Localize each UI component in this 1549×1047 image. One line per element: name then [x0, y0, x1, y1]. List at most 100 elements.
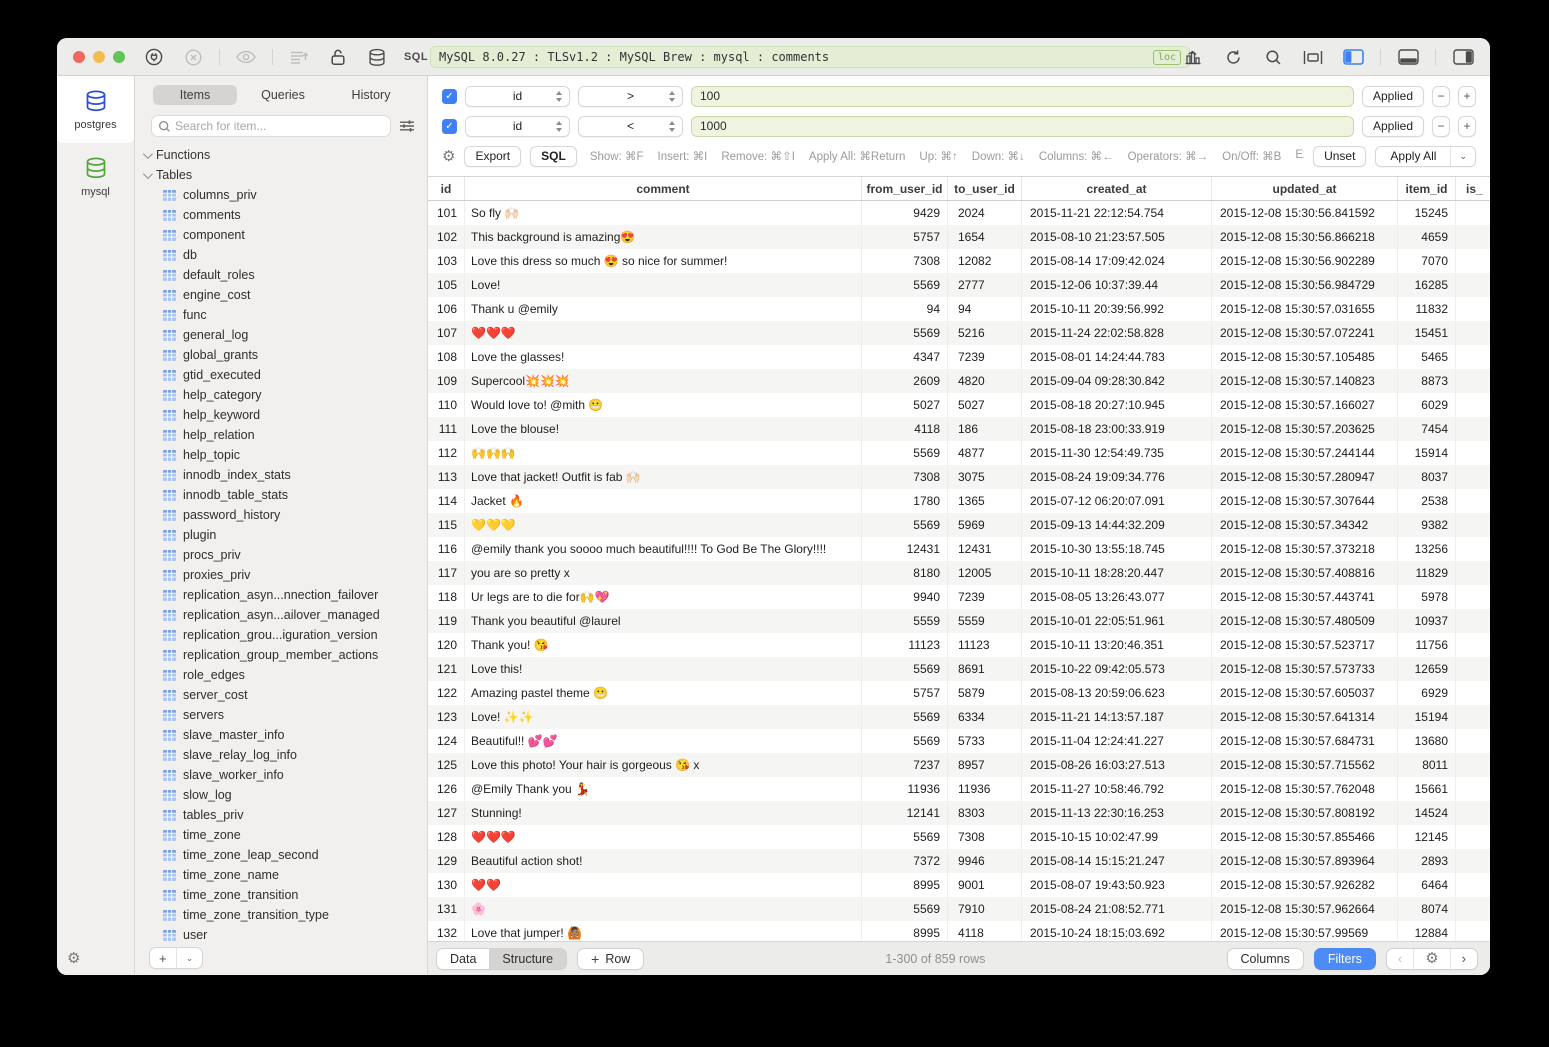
table-row[interactable]: 131 🌸 5569 7910 2015-08-24 21:08:52.771 …	[428, 897, 1490, 921]
remove-filter-button[interactable]: −	[1432, 86, 1450, 107]
settings-gear-button[interactable]: ⚙	[57, 941, 134, 975]
table-list-item[interactable]: time_zone_transition_type	[135, 905, 427, 925]
table-list-item[interactable]: db	[135, 245, 427, 265]
table-list-item[interactable]: slave_worker_info	[135, 765, 427, 785]
filter-applied-button[interactable]: Applied	[1362, 116, 1424, 137]
table-row[interactable]: 118 Ur legs are to die for🙌💖 9940 7239 2…	[428, 585, 1490, 609]
table-row[interactable]: 103 Love this dress so much 😍 so nice fo…	[428, 249, 1490, 273]
search-input[interactable]	[175, 119, 384, 133]
column-header-created-at[interactable]: created_at	[1022, 177, 1212, 200]
database-icon[interactable]	[364, 44, 390, 70]
close-window-button[interactable]	[73, 51, 85, 63]
table-list-item[interactable]: proxies_priv	[135, 565, 427, 585]
table-row[interactable]: 120 Thank you! 😘 11123 11123 2015-10-11 …	[428, 633, 1490, 657]
column-header-to-user-id[interactable]: to_user_id	[948, 177, 1022, 200]
table-row[interactable]: 102 This background is amazing😍 5757 165…	[428, 225, 1490, 249]
filter-column-select[interactable]: id	[465, 116, 570, 137]
lock-icon[interactable]	[325, 44, 351, 70]
item-search-field[interactable]	[151, 115, 391, 137]
filter-operator-select[interactable]: <	[578, 116, 683, 137]
toggle-bottom-panel-icon[interactable]	[1395, 44, 1421, 70]
filter-enabled-checkbox[interactable]: ✓	[442, 89, 457, 104]
table-row[interactable]: 122 Amazing pastel theme 😬 5757 5879 201…	[428, 681, 1490, 705]
table-list-item[interactable]: replication_grou...iguration_version	[135, 625, 427, 645]
table-list-item[interactable]: func	[135, 305, 427, 325]
table-list-item[interactable]: procs_priv	[135, 545, 427, 565]
table-row[interactable]: 124 Beautiful!! 💕💕 5569 5733 2015-11-04 …	[428, 729, 1490, 753]
table-list-item[interactable]: tables_priv	[135, 805, 427, 825]
toggle-right-panel-icon[interactable]	[1450, 44, 1476, 70]
chart-icon[interactable]	[1180, 44, 1206, 70]
add-filter-button[interactable]: +	[1458, 86, 1476, 107]
commit-list-icon[interactable]	[286, 44, 312, 70]
column-header-item-id[interactable]: item_id	[1398, 177, 1456, 200]
remove-filter-button[interactable]: −	[1432, 116, 1450, 137]
prev-page-button[interactable]: ‹	[1387, 949, 1413, 969]
table-row[interactable]: 121 Love this! 5569 8691 2015-10-22 09:4…	[428, 657, 1490, 681]
table-list-item[interactable]: plugin	[135, 525, 427, 545]
table-list-item[interactable]: slave_relay_log_info	[135, 745, 427, 765]
column-header-id[interactable]: id	[428, 177, 465, 200]
tab-history[interactable]: History	[329, 85, 413, 105]
fit-columns-icon[interactable]	[1300, 44, 1326, 70]
table-row[interactable]: 113 Love that jacket! Outfit is fab 🙌🏻 7…	[428, 465, 1490, 489]
structure-tab[interactable]: Structure	[489, 949, 566, 969]
table-list-item[interactable]: innodb_index_stats	[135, 465, 427, 485]
tree-group-tables[interactable]: Tables	[135, 165, 427, 185]
table-row[interactable]: 129 Beautiful action shot! 7372 9946 201…	[428, 849, 1490, 873]
export-button[interactable]: Export	[464, 146, 521, 167]
table-list-item[interactable]: slave_master_info	[135, 725, 427, 745]
table-list-item[interactable]: time_zone	[135, 825, 427, 845]
page-settings-button[interactable]: ⚙	[1413, 949, 1449, 969]
table-row[interactable]: 115 💛💛💛 5569 5969 2015-09-13 14:44:32.20…	[428, 513, 1490, 537]
table-list-item[interactable]: help_category	[135, 385, 427, 405]
table-list-item[interactable]: comments	[135, 205, 427, 225]
stop-icon[interactable]	[180, 44, 206, 70]
filter-sliders-icon[interactable]	[399, 119, 415, 133]
minimize-window-button[interactable]	[93, 51, 105, 63]
filters-button[interactable]: Filters	[1314, 948, 1376, 970]
filter-gear-icon[interactable]: ⚙	[442, 149, 455, 164]
search-icon[interactable]	[1260, 44, 1286, 70]
table-row[interactable]: 112 🙌🙌🙌 5569 4877 2015-11-30 12:54:49.73…	[428, 441, 1490, 465]
connection-status-icon[interactable]	[141, 44, 167, 70]
table-list-item[interactable]: servers	[135, 705, 427, 725]
table-row[interactable]: 109 Supercool💥💥💥 2609 4820 2015-09-04 09…	[428, 369, 1490, 393]
table-list-item[interactable]: columns_priv	[135, 185, 427, 205]
table-list-item[interactable]: slow_log	[135, 785, 427, 805]
column-header-updated-at[interactable]: updated_at	[1212, 177, 1398, 200]
preview-eye-icon[interactable]	[233, 44, 259, 70]
unset-button[interactable]: Unset	[1313, 146, 1366, 167]
sql-button[interactable]: SQL	[530, 146, 577, 167]
table-list-item[interactable]: help_relation	[135, 425, 427, 445]
tree-group-functions[interactable]: Functions	[135, 145, 427, 165]
table-list-item[interactable]: help_keyword	[135, 405, 427, 425]
filter-column-select[interactable]: id	[465, 86, 570, 107]
table-row[interactable]: 117 you are so pretty x 8180 12005 2015-…	[428, 561, 1490, 585]
filter-operator-select[interactable]: >	[578, 86, 683, 107]
filter-value-input[interactable]	[691, 116, 1354, 137]
table-list-item[interactable]: replication_group_member_actions	[135, 645, 427, 665]
table-row[interactable]: 108 Love the glasses! 4347 7239 2015-08-…	[428, 345, 1490, 369]
table-row[interactable]: 128 ❤️❤️❤️ 5569 7308 2015-10-15 10:02:47…	[428, 825, 1490, 849]
table-list-item[interactable]: replication_asyn...nnection_failover	[135, 585, 427, 605]
add-item-menu-button[interactable]: ⌄	[176, 948, 203, 968]
table-row[interactable]: 119 Thank you beautiful @laurel 5559 555…	[428, 609, 1490, 633]
table-row[interactable]: 123 Love! ✨✨ 5569 6334 2015-11-21 14:13:…	[428, 705, 1490, 729]
table-row[interactable]: 107 ❤️❤️❤️ 5569 5216 2015-11-24 22:02:58…	[428, 321, 1490, 345]
table-row[interactable]: 111 Love the blouse! 4118 186 2015-08-18…	[428, 417, 1490, 441]
apply-all-button[interactable]: Apply All	[1376, 149, 1450, 163]
table-list-item[interactable]: server_cost	[135, 685, 427, 705]
filter-enabled-checkbox[interactable]: ✓	[442, 119, 457, 134]
column-header-from-user-id[interactable]: from_user_id	[862, 177, 948, 200]
table-row[interactable]: 114 Jacket 🔥 1780 1365 2015-07-12 06:20:…	[428, 489, 1490, 513]
toggle-left-panel-icon[interactable]	[1340, 44, 1366, 70]
sql-editor-icon[interactable]: SQL	[403, 44, 429, 70]
table-list-item[interactable]: general_log	[135, 325, 427, 345]
filter-value-input[interactable]	[691, 86, 1354, 107]
columns-button[interactable]: Columns	[1227, 948, 1304, 970]
filter-applied-button[interactable]: Applied	[1362, 86, 1424, 107]
table-row[interactable]: 116 @emily thank you soooo much beautifu…	[428, 537, 1490, 561]
table-list-item[interactable]: gtid_executed	[135, 365, 427, 385]
table-row[interactable]: 105 Love! 5569 2777 2015-12-06 10:37:39.…	[428, 273, 1490, 297]
